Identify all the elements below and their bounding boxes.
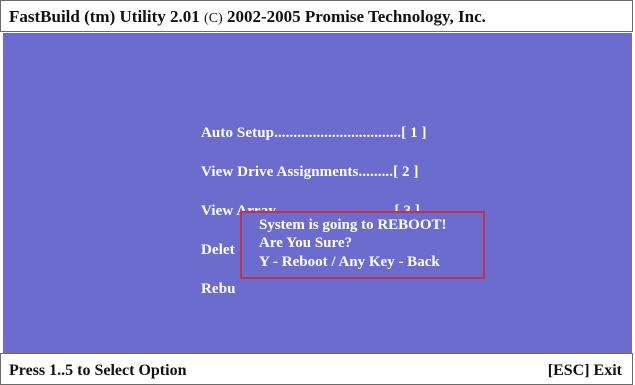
status-hint: Press 1..5 to Select Option bbox=[9, 362, 187, 379]
dialog-key-hint: Y - Reboot / Any Key - Back bbox=[259, 254, 440, 270]
title-text: FastBuild (tm) Utility 2.01 bbox=[9, 7, 200, 26]
main-screen bbox=[3, 33, 632, 353]
dialog-message: System is going to REBOOT! bbox=[259, 217, 447, 233]
exit-key-hint[interactable]: [ESC] Exit bbox=[548, 362, 622, 380]
menu-item-auto-setup[interactable]: Auto Setup..............................… bbox=[201, 125, 427, 142]
copyright-symbol: (C) bbox=[204, 11, 223, 26]
copyright-text: 2002-2005 Promise Technology, Inc. bbox=[226, 7, 486, 26]
window-title: FastBuild (tm) Utility 2.01 (C) 2002-200… bbox=[9, 7, 486, 27]
dialog-question: Are You Sure? bbox=[259, 235, 353, 251]
status-bar: Press 1..5 to Select Option [ESC] Exit bbox=[0, 353, 633, 385]
bios-window: FastBuild (tm) Utility 2.01 (C) 2002-200… bbox=[0, 0, 635, 385]
menu-item-rebuild-array[interactable]: Rebu bbox=[201, 281, 236, 298]
menu-item-delete-array[interactable]: Delet bbox=[201, 242, 235, 259]
menu-item-view-drive-assignments[interactable]: View Drive Assignments.........[ 2 ] bbox=[201, 164, 419, 181]
title-bar: FastBuild (tm) Utility 2.01 (C) 2002-200… bbox=[0, 0, 633, 32]
reboot-confirm-dialog: System is going to REBOOT! Are You Sure?… bbox=[240, 211, 485, 279]
